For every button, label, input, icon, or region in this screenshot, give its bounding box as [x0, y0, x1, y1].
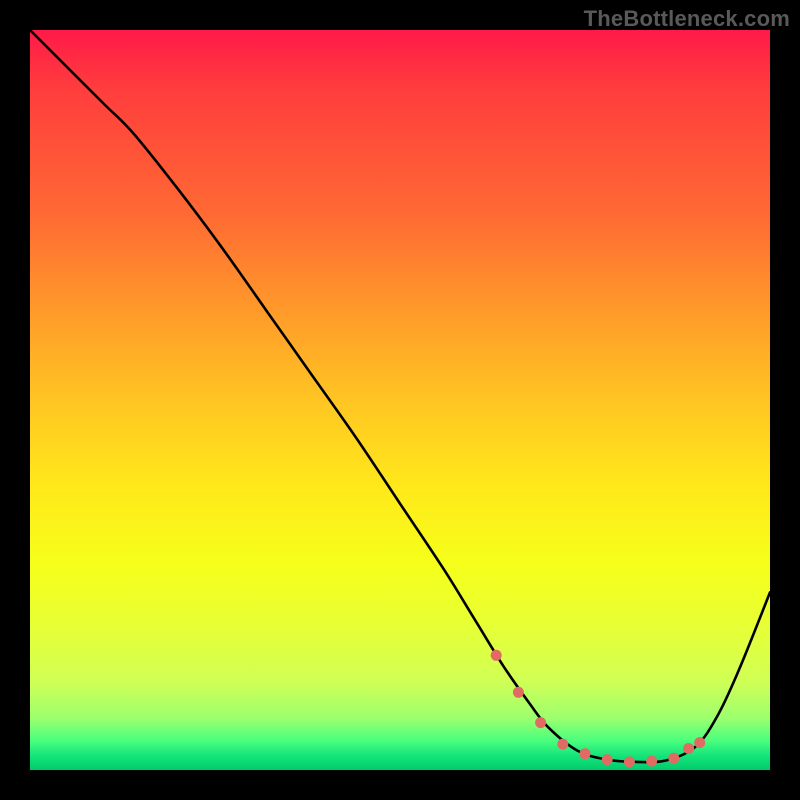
marker-point	[513, 687, 524, 698]
marker-point	[683, 743, 694, 754]
marker-point	[535, 717, 546, 728]
plot-area	[30, 30, 770, 770]
marker-point	[694, 737, 705, 748]
bottleneck-curve	[30, 30, 770, 762]
watermark-text: TheBottleneck.com	[584, 6, 790, 32]
marker-point	[491, 650, 502, 661]
chart-svg	[30, 30, 770, 770]
marker-point	[646, 756, 657, 767]
marker-point	[602, 754, 613, 765]
marker-point	[624, 756, 635, 767]
marker-point	[557, 739, 568, 750]
highlight-markers	[491, 650, 706, 768]
marker-point	[668, 753, 679, 764]
marker-point	[580, 748, 591, 759]
